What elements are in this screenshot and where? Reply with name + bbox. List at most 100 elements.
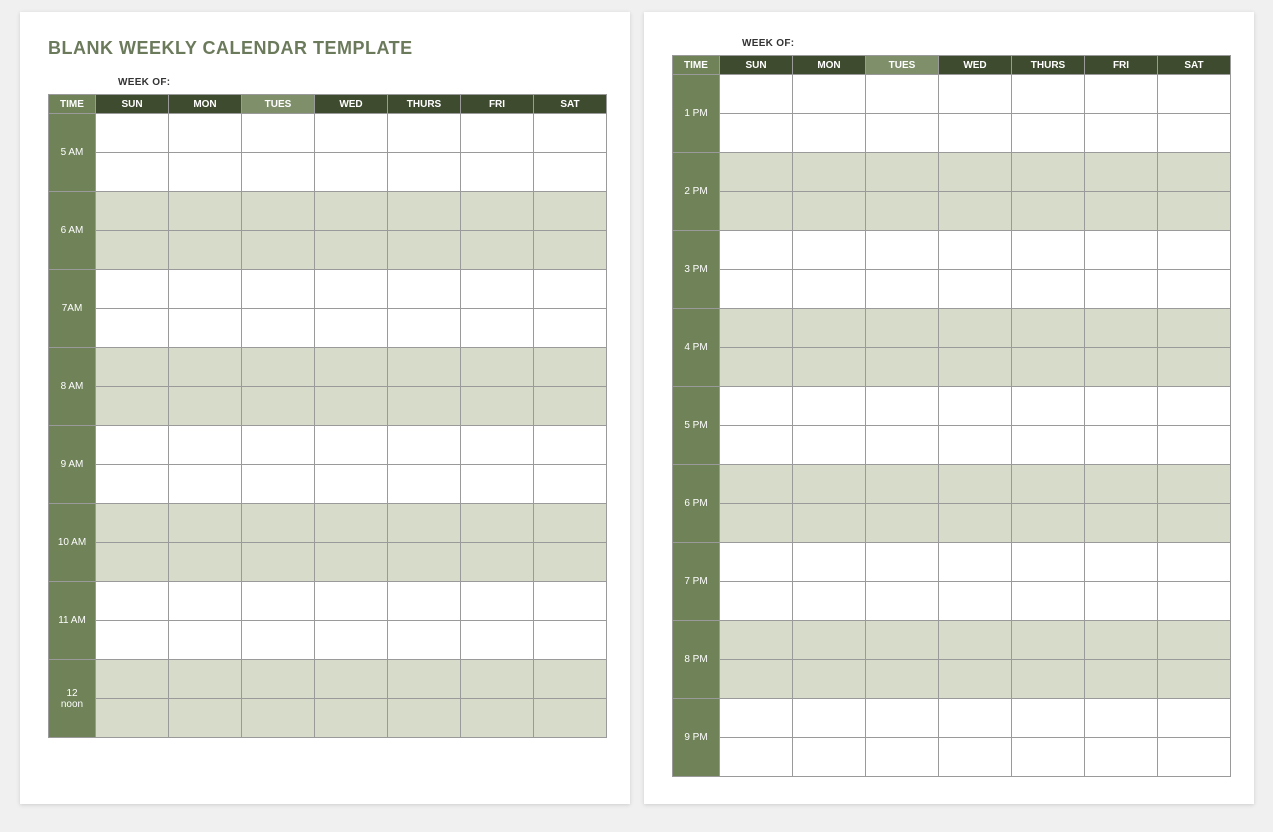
calendar-cell[interactable] [1012,621,1085,660]
calendar-cell[interactable] [1085,309,1158,348]
calendar-cell[interactable] [242,231,315,270]
calendar-cell[interactable] [1012,426,1085,465]
calendar-cell[interactable] [534,192,607,231]
calendar-cell[interactable] [720,348,793,387]
calendar-cell[interactable] [388,465,461,504]
calendar-cell[interactable] [388,309,461,348]
calendar-cell[interactable] [461,699,534,738]
calendar-cell[interactable] [939,348,1012,387]
calendar-cell[interactable] [315,582,388,621]
calendar-cell[interactable] [939,387,1012,426]
calendar-cell[interactable] [461,504,534,543]
calendar-cell[interactable] [461,231,534,270]
calendar-cell[interactable] [96,465,169,504]
calendar-cell[interactable] [939,504,1012,543]
calendar-cell[interactable] [793,348,866,387]
calendar-cell[interactable] [1012,192,1085,231]
calendar-cell[interactable] [1158,699,1231,738]
calendar-cell[interactable] [242,504,315,543]
calendar-cell[interactable] [315,426,388,465]
calendar-cell[interactable] [939,465,1012,504]
calendar-cell[interactable] [534,270,607,309]
calendar-cell[interactable] [96,192,169,231]
calendar-cell[interactable] [1158,114,1231,153]
calendar-cell[interactable] [461,309,534,348]
calendar-cell[interactable] [1012,738,1085,777]
calendar-cell[interactable] [461,582,534,621]
calendar-cell[interactable] [315,231,388,270]
calendar-cell[interactable] [1158,738,1231,777]
calendar-cell[interactable] [96,582,169,621]
calendar-cell[interactable] [242,660,315,699]
calendar-cell[interactable] [720,543,793,582]
calendar-cell[interactable] [461,387,534,426]
calendar-cell[interactable] [388,582,461,621]
calendar-cell[interactable] [242,348,315,387]
calendar-cell[interactable] [939,582,1012,621]
calendar-cell[interactable] [461,114,534,153]
calendar-cell[interactable] [96,660,169,699]
calendar-cell[interactable] [1158,231,1231,270]
calendar-cell[interactable] [866,75,939,114]
calendar-cell[interactable] [96,543,169,582]
calendar-cell[interactable] [315,465,388,504]
calendar-cell[interactable] [96,309,169,348]
calendar-cell[interactable] [1085,738,1158,777]
calendar-cell[interactable] [720,738,793,777]
calendar-cell[interactable] [388,504,461,543]
calendar-cell[interactable] [242,699,315,738]
calendar-cell[interactable] [169,543,242,582]
calendar-cell[interactable] [388,192,461,231]
calendar-cell[interactable] [388,270,461,309]
calendar-cell[interactable] [1012,543,1085,582]
calendar-cell[interactable] [1085,192,1158,231]
calendar-cell[interactable] [866,192,939,231]
calendar-cell[interactable] [866,465,939,504]
calendar-cell[interactable] [720,114,793,153]
calendar-cell[interactable] [720,387,793,426]
calendar-cell[interactable] [793,153,866,192]
calendar-cell[interactable] [939,543,1012,582]
calendar-cell[interactable] [939,621,1012,660]
calendar-cell[interactable] [1085,582,1158,621]
calendar-cell[interactable] [720,621,793,660]
calendar-cell[interactable] [1158,270,1231,309]
calendar-cell[interactable] [1158,192,1231,231]
calendar-cell[interactable] [939,153,1012,192]
calendar-cell[interactable] [793,426,866,465]
calendar-cell[interactable] [96,426,169,465]
calendar-cell[interactable] [461,153,534,192]
calendar-cell[interactable] [315,699,388,738]
calendar-cell[interactable] [461,465,534,504]
calendar-cell[interactable] [534,231,607,270]
calendar-cell[interactable] [242,270,315,309]
calendar-cell[interactable] [315,504,388,543]
calendar-cell[interactable] [534,699,607,738]
calendar-cell[interactable] [169,465,242,504]
calendar-cell[interactable] [461,621,534,660]
calendar-cell[interactable] [169,426,242,465]
calendar-cell[interactable] [96,504,169,543]
calendar-cell[interactable] [1012,75,1085,114]
calendar-cell[interactable] [315,192,388,231]
calendar-cell[interactable] [720,660,793,699]
calendar-cell[interactable] [1012,348,1085,387]
calendar-cell[interactable] [866,387,939,426]
calendar-cell[interactable] [96,270,169,309]
calendar-cell[interactable] [1158,660,1231,699]
calendar-cell[interactable] [1085,465,1158,504]
calendar-cell[interactable] [1085,153,1158,192]
calendar-cell[interactable] [939,270,1012,309]
calendar-cell[interactable] [1158,465,1231,504]
calendar-cell[interactable] [96,231,169,270]
calendar-cell[interactable] [939,426,1012,465]
calendar-cell[interactable] [169,153,242,192]
calendar-cell[interactable] [939,192,1012,231]
calendar-cell[interactable] [793,738,866,777]
calendar-cell[interactable] [720,699,793,738]
calendar-cell[interactable] [169,114,242,153]
calendar-cell[interactable] [793,231,866,270]
calendar-cell[interactable] [866,114,939,153]
calendar-cell[interactable] [242,465,315,504]
calendar-cell[interactable] [96,387,169,426]
